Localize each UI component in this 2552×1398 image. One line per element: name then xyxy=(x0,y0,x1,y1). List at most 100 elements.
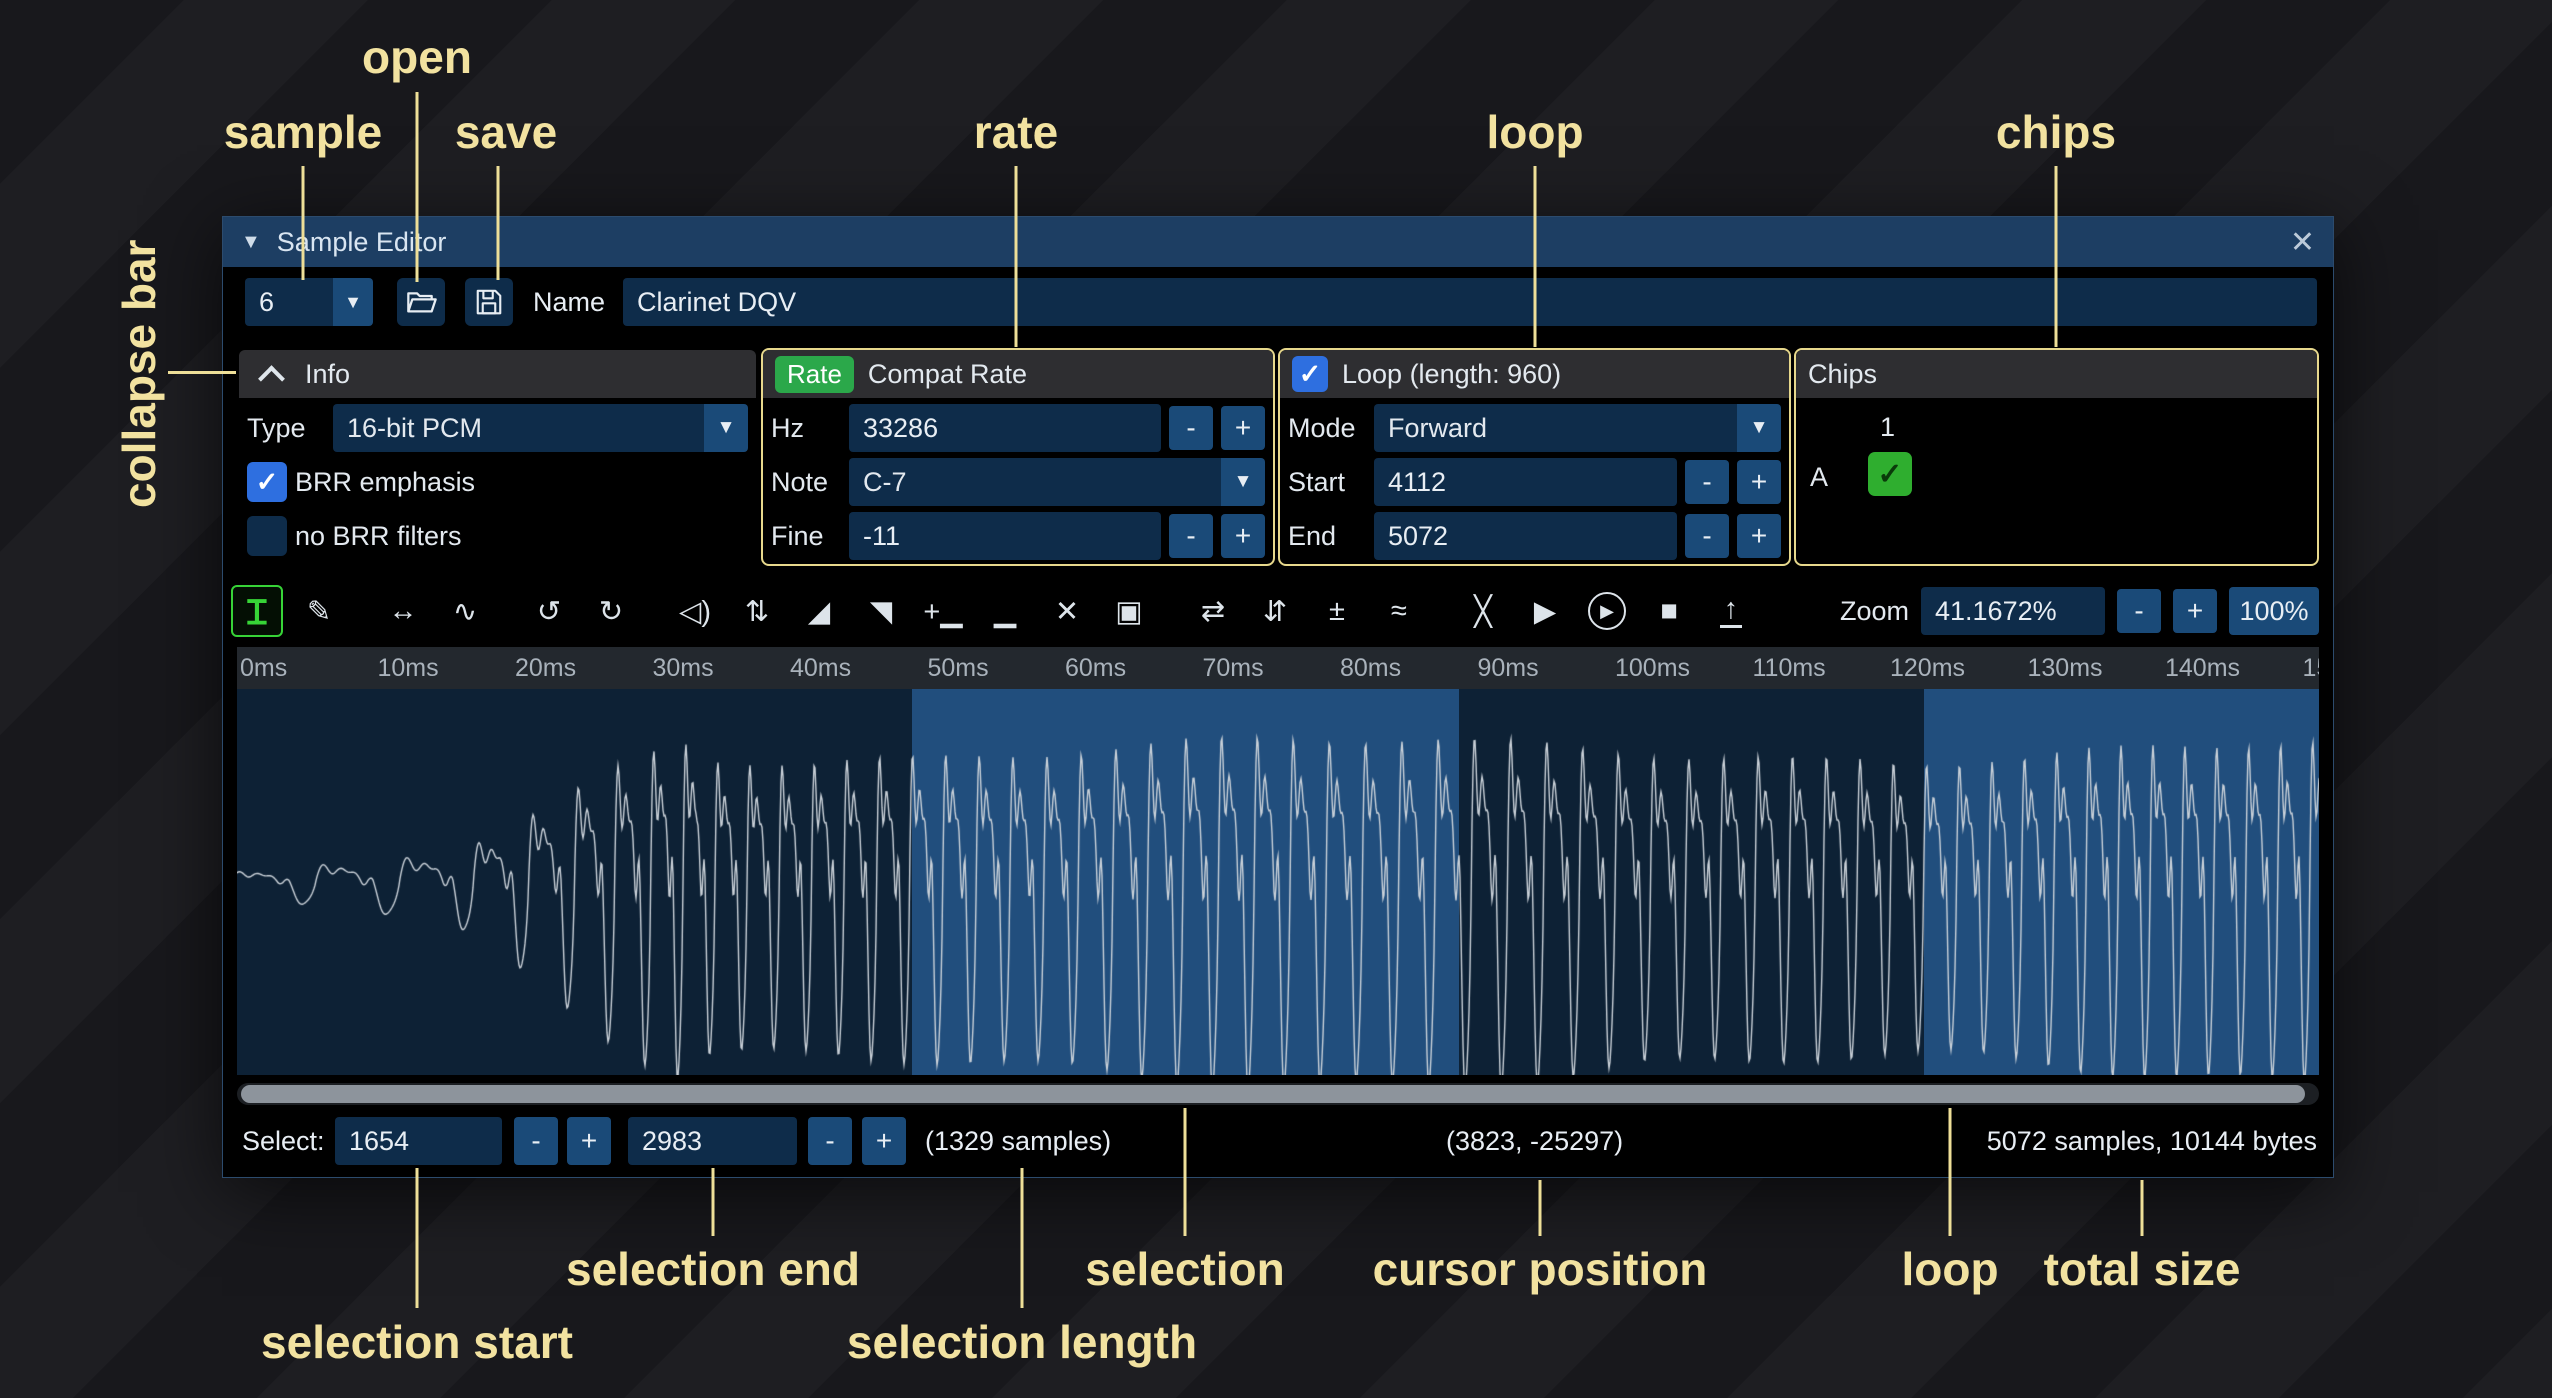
chips-header: Chips xyxy=(1796,350,2317,398)
apply-silence-button[interactable]: ▁ xyxy=(979,585,1031,637)
loop-header-label: Loop (length: 960) xyxy=(1342,359,1561,390)
zoom-reset-button[interactable]: 100% xyxy=(2229,587,2319,635)
selection-end-decrease-button[interactable]: - xyxy=(808,1117,852,1165)
preview-loop-button[interactable]: ▶ xyxy=(1581,585,1633,637)
loop-enable-checkbox[interactable]: ✓ xyxy=(1292,356,1328,392)
loop-end-input[interactable]: 5072 xyxy=(1374,512,1677,560)
save-sample-button[interactable] xyxy=(465,278,513,326)
zoom-in-button[interactable]: + xyxy=(2173,589,2217,633)
loop-end-increase-button[interactable]: + xyxy=(1737,514,1781,558)
insert-silence-button[interactable]: +▁ xyxy=(917,585,969,637)
normalize-button[interactable]: ⇅ xyxy=(731,585,783,637)
annotation-selection-length: selection length xyxy=(847,1315,1197,1369)
chevron-down-icon[interactable]: ▼ xyxy=(1221,458,1265,506)
close-icon[interactable]: ✕ xyxy=(2290,225,2315,260)
ruler-tick: 150ms xyxy=(2303,654,2320,683)
selection-start-increase-button[interactable]: + xyxy=(567,1117,611,1165)
collapse-bar-icon[interactable] xyxy=(251,354,291,394)
waveform-view[interactable] xyxy=(237,689,2319,1075)
sample-row: 6 ▼ Name Clarinet DQV xyxy=(223,275,2333,329)
rate-header: Rate Compat Rate xyxy=(763,350,1273,398)
chip-enable-checkbox[interactable]: ✓ xyxy=(1868,452,1912,496)
redo-button[interactable]: ↻ xyxy=(585,585,637,637)
loop-start-increase-button[interactable]: + xyxy=(1737,460,1781,504)
loop-start-label: Start xyxy=(1288,467,1366,498)
status-bar: Select: 1654 - + 2983 - + (1329 samples)… xyxy=(237,1117,2319,1169)
sample-editor-window: ▼ Sample Editor ✕ 6 ▼ Name Clarinet DQV xyxy=(222,216,2334,1178)
draw-mode-button[interactable]: ✎ xyxy=(293,585,345,637)
hz-decrease-button[interactable]: - xyxy=(1169,406,1213,450)
delete-button[interactable]: ✕ xyxy=(1041,585,1093,637)
import-button[interactable]: ↑ xyxy=(1705,585,1757,637)
resample-button[interactable]: ∿ xyxy=(439,585,491,637)
annotation-sample: sample xyxy=(224,105,383,159)
crossfade-button[interactable]: ╳ xyxy=(1457,585,1509,637)
crop-icon: ▣ xyxy=(1115,594,1142,629)
reverse-button[interactable]: ⇄ xyxy=(1187,585,1239,637)
type-select[interactable]: 16-bit PCM ▼ xyxy=(333,404,748,452)
stop-icon: ■ xyxy=(1660,595,1678,628)
hz-increase-button[interactable]: + xyxy=(1221,406,1265,450)
cross-arrows-icon: ╳ xyxy=(1474,594,1491,629)
name-label: Name xyxy=(533,287,605,318)
note-label: Note xyxy=(771,467,841,498)
loop-mode-select[interactable]: Forward ▼ xyxy=(1374,404,1781,452)
signed-unsigned-button[interactable]: ± xyxy=(1311,585,1363,637)
titlebar[interactable]: ▼ Sample Editor ✕ xyxy=(223,217,2333,267)
fade-in-button[interactable]: ◢ xyxy=(793,585,845,637)
mode-label: Mode xyxy=(1288,413,1366,444)
selection-start-decrease-button[interactable]: - xyxy=(514,1117,558,1165)
preview-button[interactable]: ▶ xyxy=(1519,585,1571,637)
sample-number-select[interactable]: 6 ▼ xyxy=(245,278,373,326)
select-label: Select: xyxy=(242,1117,325,1165)
apply-filter-button[interactable]: ≈ xyxy=(1373,585,1425,637)
brr-emphasis-checkbox[interactable]: ✓ xyxy=(247,462,287,502)
annotation-line-selection-end xyxy=(712,1168,715,1236)
no-brr-filters-checkbox[interactable] xyxy=(247,516,287,556)
amplify-button[interactable]: ◁) xyxy=(669,585,721,637)
open-sample-button[interactable] xyxy=(397,278,445,326)
trim-button[interactable]: ▣ xyxy=(1103,585,1155,637)
annotation-line-loop-bottom xyxy=(1949,1108,1952,1236)
loop-start-decrease-button[interactable]: - xyxy=(1685,460,1729,504)
annotation-line-selection xyxy=(1184,1108,1187,1236)
chevron-down-icon[interactable]: ▼ xyxy=(333,278,373,326)
selection-length-text: (1329 samples) xyxy=(925,1117,1111,1165)
select-mode-button[interactable]: Ɪ xyxy=(231,585,283,637)
fine-decrease-button[interactable]: - xyxy=(1169,514,1213,558)
loop-start-input[interactable]: 4112 xyxy=(1374,458,1677,506)
resize-button[interactable]: ↔ xyxy=(377,585,429,637)
silence-icon: ▁ xyxy=(994,594,1016,629)
chips-panel: Chips 1 A ✓ xyxy=(1794,348,2319,566)
horizontal-scrollbar[interactable] xyxy=(237,1083,2319,1105)
vertical-arrows-icon: ⇅ xyxy=(745,594,769,629)
undo-button[interactable]: ↺ xyxy=(523,585,575,637)
fine-input[interactable]: -11 xyxy=(849,512,1161,560)
sample-name-input[interactable]: Clarinet DQV xyxy=(623,278,2317,326)
selection-end-input[interactable]: 2983 xyxy=(628,1117,797,1165)
selection-start-input[interactable]: 1654 xyxy=(335,1117,502,1165)
fine-increase-button[interactable]: + xyxy=(1221,514,1265,558)
selection-end-increase-button[interactable]: + xyxy=(862,1117,906,1165)
hz-input[interactable]: 33286 xyxy=(849,404,1161,452)
ruler[interactable]: 0ms10ms20ms30ms40ms50ms60ms70ms80ms90ms1… xyxy=(237,647,2319,689)
chevron-down-icon[interactable]: ▼ xyxy=(1737,404,1781,452)
annotation-line-selection-start xyxy=(416,1168,419,1308)
annotation-cursor-position: cursor position xyxy=(1373,1242,1708,1296)
zoom-input[interactable]: 41.1672% xyxy=(1921,587,2105,635)
note-value: C-7 xyxy=(849,458,1221,506)
ruler-tick: 130ms xyxy=(2028,654,2103,683)
rate-badge: Rate xyxy=(775,356,854,393)
stop-preview-button[interactable]: ■ xyxy=(1643,585,1695,637)
loop-end-decrease-button[interactable]: - xyxy=(1685,514,1729,558)
annotation-selection: selection xyxy=(1085,1242,1284,1296)
waveform-canvas[interactable] xyxy=(237,689,2319,1075)
chevron-down-icon[interactable]: ▼ xyxy=(704,404,748,452)
note-select[interactable]: C-7 ▼ xyxy=(849,458,1265,506)
scrollbar-thumb[interactable] xyxy=(241,1085,2305,1103)
ruler-tick: 60ms xyxy=(1065,654,1126,683)
window-collapse-icon[interactable]: ▼ xyxy=(241,231,261,254)
zoom-out-button[interactable]: - xyxy=(2117,589,2161,633)
fade-out-button[interactable]: ◥ xyxy=(855,585,907,637)
invert-button[interactable]: ⇵ xyxy=(1249,585,1301,637)
